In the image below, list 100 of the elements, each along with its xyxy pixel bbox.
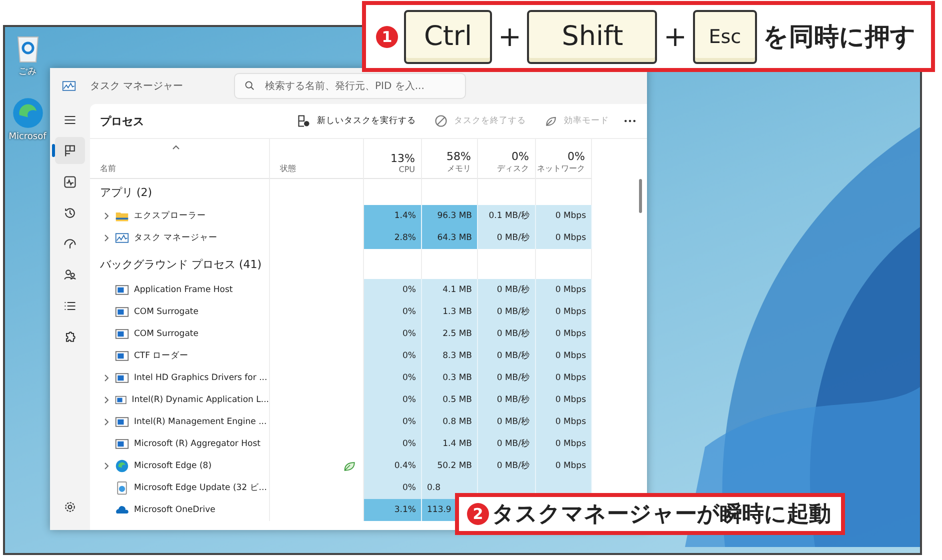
column-header[interactable]: 名前 xyxy=(100,163,116,174)
keyboard-key: Shift xyxy=(527,10,658,64)
process-name: CTF ローダー xyxy=(134,350,189,362)
memory-cell: 0.3 MB xyxy=(422,367,478,389)
chevron-icon[interactable] xyxy=(104,396,110,404)
disk-cell: 0 MB/秒 xyxy=(478,455,536,477)
column-header[interactable]: ネットワーク xyxy=(537,163,585,174)
window-icon xyxy=(115,349,129,363)
update-icon xyxy=(115,481,129,495)
search-field[interactable]: 検索する名前、発行元、PID を入... xyxy=(234,73,466,99)
process-name: Microsoft Edge (8) xyxy=(134,461,212,471)
cpu-cell: 0% xyxy=(364,433,422,455)
column-header[interactable]: 状態 xyxy=(280,163,296,174)
memory-cell: 8.3 MB xyxy=(422,345,478,367)
usage-percent: 0% xyxy=(568,150,585,163)
network-cell: 0 Mbps xyxy=(536,301,592,323)
column-header[interactable]: CPU xyxy=(398,165,415,174)
toolbar-button[interactable]: 新しいタスクを実行する xyxy=(293,112,420,130)
leaf-icon xyxy=(343,459,357,473)
pulse-chart-icon xyxy=(63,174,77,188)
disk-cell: 0 MB/秒 xyxy=(478,411,536,433)
chevron-icon[interactable] xyxy=(104,212,110,220)
disk-cell: 0 MB/秒 xyxy=(478,367,536,389)
process-name: COM Surrogate xyxy=(134,329,198,339)
shortcut-label: ごみ xyxy=(18,66,36,78)
leaf-icon xyxy=(544,114,558,128)
window-icon xyxy=(115,437,129,451)
network-cell: 0 Mbps xyxy=(536,433,592,455)
usage-percent: 13% xyxy=(390,152,415,165)
memory-cell: 1.4 MB xyxy=(422,433,478,455)
chevron-icon[interactable] xyxy=(104,418,110,426)
column-header[interactable]: ディスク xyxy=(497,163,529,174)
network-cell: 0 Mbps xyxy=(536,367,592,389)
group-title: バックグラウンド プロセス (41) xyxy=(100,256,262,272)
cpu-cell: 0% xyxy=(364,389,422,411)
callout-text: タスクマネージャーが瞬時に起動 xyxy=(492,501,831,529)
settings-icon xyxy=(63,500,77,514)
search-icon xyxy=(244,80,255,91)
network-cell: 0 Mbps xyxy=(536,389,592,411)
cpu-cell: 0% xyxy=(364,477,422,499)
cpu-cell: 2.8% xyxy=(364,227,422,249)
disk-cell: 0 MB/秒 xyxy=(478,227,536,249)
prohibited-icon xyxy=(434,114,448,128)
history-icon xyxy=(63,206,77,220)
cpu-cell: 0.4% xyxy=(364,455,422,477)
cpu-cell: 1.4% xyxy=(364,205,422,227)
window-title: タスク マネージャー xyxy=(90,80,184,93)
scrollbar-thumb[interactable] xyxy=(639,179,642,213)
chevron-icon[interactable] xyxy=(104,374,110,382)
cpu-cell: 0% xyxy=(364,323,422,345)
cpu-cell: 0% xyxy=(364,411,422,433)
disk-cell: 0 MB/秒 xyxy=(478,301,536,323)
grid-icon xyxy=(63,144,77,158)
memory-cell: 96.3 MB xyxy=(422,205,478,227)
page-title: プロセス xyxy=(100,114,145,128)
network-cell: 0 Mbps xyxy=(536,411,592,433)
chevron-icon[interactable] xyxy=(104,462,110,470)
window-icon xyxy=(115,415,129,429)
usage-percent: 58% xyxy=(446,150,471,163)
network-cell: 0 Mbps xyxy=(536,455,592,477)
callout-text: を同時に押す xyxy=(762,21,916,53)
users-icon xyxy=(63,268,77,282)
process-name: Intel(R) Dynamic Application L... xyxy=(132,395,269,405)
process-name: エクスプローラー xyxy=(134,210,206,222)
disk-cell: 0 MB/秒 xyxy=(478,345,536,367)
cpu-cell: 3.1% xyxy=(364,499,422,521)
network-cell: 0 Mbps xyxy=(536,345,592,367)
cpu-cell: 0% xyxy=(364,345,422,367)
pulse-window-icon xyxy=(115,231,129,245)
network-cell: 0 Mbps xyxy=(536,323,592,345)
chevron-icon[interactable] xyxy=(104,234,110,242)
process-name: Microsoft OneDrive xyxy=(134,505,216,515)
memory-cell: 64.3 MB xyxy=(422,227,478,249)
step-number: 1 xyxy=(376,26,398,48)
column-header[interactable]: メモリ xyxy=(447,163,471,174)
network-cell: 0 Mbps xyxy=(536,279,592,301)
new-task-icon xyxy=(297,114,311,128)
disk-cell: 0 MB/秒 xyxy=(478,389,536,411)
window-icon xyxy=(115,305,129,319)
sort-caret-icon[interactable] xyxy=(172,145,180,150)
memory-cell: 4.1 MB xyxy=(422,279,478,301)
disk-cell: 0 MB/秒 xyxy=(478,323,536,345)
step-number: 2 xyxy=(467,503,489,525)
window-icon xyxy=(115,327,129,341)
puzzle-icon xyxy=(63,330,77,344)
gauge-icon xyxy=(63,236,77,250)
nav-button[interactable] xyxy=(55,137,85,164)
shortcut-label: Microsof xyxy=(8,132,46,142)
disk-cell: 0 MB/秒 xyxy=(478,433,536,455)
memory-cell: 1.3 MB xyxy=(422,301,478,323)
network-cell: 0 Mbps xyxy=(536,205,592,227)
process-name: Intel HD Graphics Drivers for ... xyxy=(134,373,268,383)
swirl-icon xyxy=(115,459,129,473)
disk-cell: 0 MB/秒 xyxy=(478,279,536,301)
group-title: アプリ (2) xyxy=(100,184,152,200)
window-icon xyxy=(115,283,129,297)
network-cell: 0 Mbps xyxy=(536,227,592,249)
keyboard-key: Ctrl xyxy=(404,10,492,64)
usage-percent: 0% xyxy=(512,150,529,163)
process-name: タスク マネージャー xyxy=(134,232,218,244)
